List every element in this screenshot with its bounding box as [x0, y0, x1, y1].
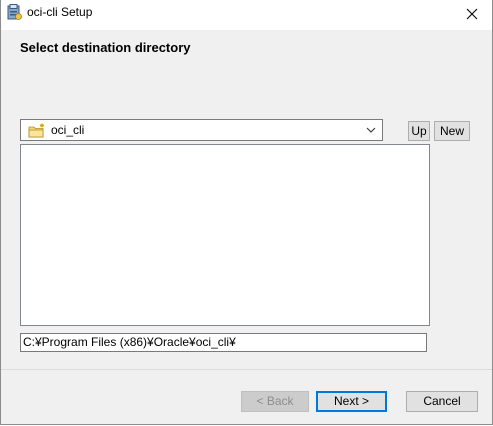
cancel-button[interactable]: Cancel [406, 391, 478, 412]
new-folder-button[interactable]: New [434, 121, 470, 141]
up-button[interactable]: Up [408, 121, 430, 141]
folder-dropdown-value: oci_cli [51, 123, 85, 137]
setup-dialog: oci-cli Setup Select destination directo… [0, 0, 493, 425]
chevron-down-icon[interactable] [366, 125, 376, 135]
window-title: oci-cli Setup [27, 5, 93, 19]
folder-dropdown[interactable]: oci_cli [20, 119, 383, 141]
directory-list[interactable] [20, 144, 430, 326]
next-button[interactable]: Next > [316, 391, 387, 412]
page-heading: Select destination directory [20, 40, 191, 55]
installer-icon [7, 4, 22, 20]
new-folder-icon [28, 123, 44, 138]
close-icon [466, 8, 478, 20]
title-bar[interactable]: oci-cli Setup [1, 0, 492, 30]
back-button[interactable]: < Back [241, 391, 309, 412]
footer-divider [1, 369, 492, 370]
close-button[interactable] [452, 0, 492, 28]
destination-path-field[interactable]: C:¥Program Files (x86)¥Oracle¥oci_cli¥ [20, 333, 427, 352]
